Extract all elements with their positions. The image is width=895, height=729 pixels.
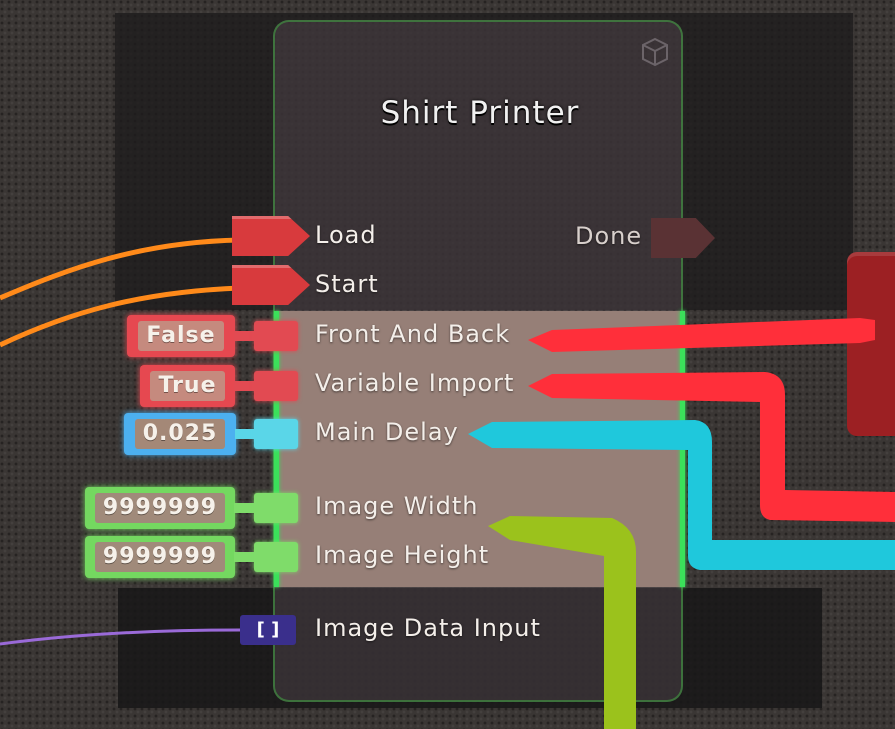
front-and-back-wire [528, 318, 875, 352]
main-delay-pin[interactable] [254, 419, 298, 449]
image-width-value-box[interactable]: 9999999 [85, 487, 235, 529]
image-width-value: 9999999 [94, 493, 226, 523]
image-height-value: 9999999 [94, 542, 226, 572]
image-data-input-label: Image Data Input [315, 614, 541, 642]
front-and-back-value: False [138, 321, 224, 351]
image-data-pin[interactable]: [ ] [240, 615, 296, 645]
image-height-pin[interactable] [254, 542, 298, 572]
image-width-pin[interactable] [254, 493, 298, 523]
main-delay-value: 0.025 [134, 419, 226, 449]
front-and-back-connector [234, 331, 254, 341]
image-data-wire [0, 628, 241, 646]
variable-import-pin[interactable] [254, 371, 298, 401]
main-delay-label: Main Delay [315, 418, 459, 446]
load-label: Load [315, 221, 377, 249]
variable-import-connector [234, 381, 254, 391]
variable-import-value: True [150, 371, 225, 401]
image-height-value-box[interactable]: 9999999 [85, 536, 235, 578]
image-width-connector [234, 503, 254, 513]
array-bracket-icon: [ ] [256, 619, 280, 640]
image-width-label: Image Width [315, 492, 479, 520]
image-height-label: Image Height [315, 541, 490, 569]
image-height-connector [234, 552, 254, 562]
variable-import-label: Variable Import [315, 369, 515, 397]
variable-import-value-box[interactable]: True [140, 365, 235, 407]
main-delay-value-box[interactable]: 0.025 [124, 413, 236, 455]
start-label: Start [315, 270, 379, 298]
front-and-back-label: Front And Back [315, 320, 511, 348]
done-label: Done [575, 222, 643, 250]
main-delay-connector [235, 429, 254, 439]
front-and-back-pin[interactable] [254, 321, 298, 351]
front-and-back-value-box[interactable]: False [127, 315, 235, 357]
